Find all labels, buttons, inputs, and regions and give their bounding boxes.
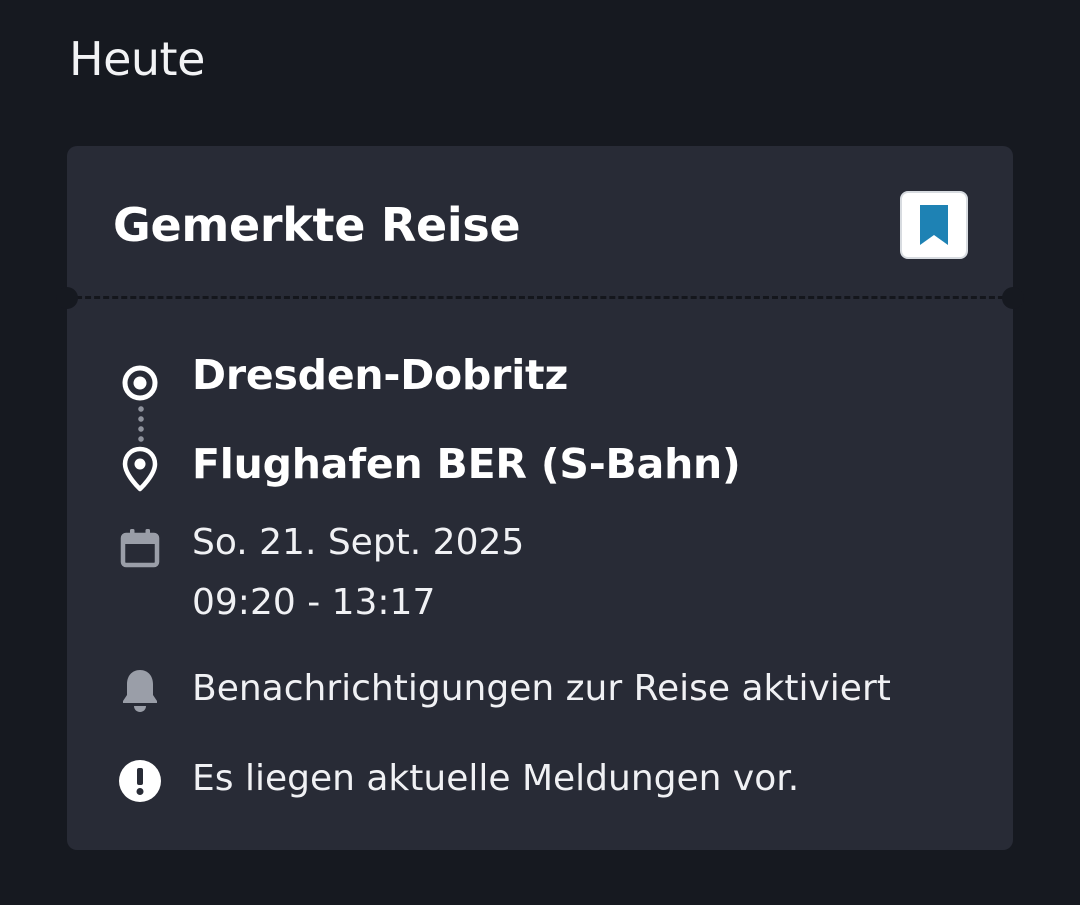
destination-station: Flughafen BER (S-Bahn)	[192, 440, 741, 488]
alert-icon	[117, 758, 163, 804]
journey-time: 09:20 - 13:17	[192, 582, 436, 623]
calendar-icon	[117, 526, 163, 570]
ticket-notch-left	[56, 287, 78, 309]
bookmark-icon	[920, 205, 948, 245]
section-title: Heute	[69, 32, 205, 86]
origin-station: Dresden-Dobritz	[192, 351, 569, 399]
notification-status: Benachrichtigungen zur Reise aktiviert	[192, 668, 891, 709]
card-header: Gemerkte Reise	[67, 146, 1013, 298]
ticket-notch-right	[1002, 287, 1024, 309]
ticket-divider	[67, 296, 1013, 299]
card-title: Gemerkte Reise	[113, 198, 521, 252]
bookmark-button[interactable]	[900, 191, 968, 259]
saved-journey-card[interactable]: Gemerkte Reise Dresden-Dobritz Flughafen…	[56, 146, 1024, 850]
origin-icon	[117, 360, 163, 406]
bell-icon	[117, 666, 163, 714]
alert-message[interactable]: Es liegen aktuelle Meldungen vor.	[192, 758, 799, 799]
route-connector	[138, 404, 144, 442]
location-pin-icon	[117, 444, 163, 494]
journey-date: So. 21. Sept. 2025	[192, 522, 525, 563]
